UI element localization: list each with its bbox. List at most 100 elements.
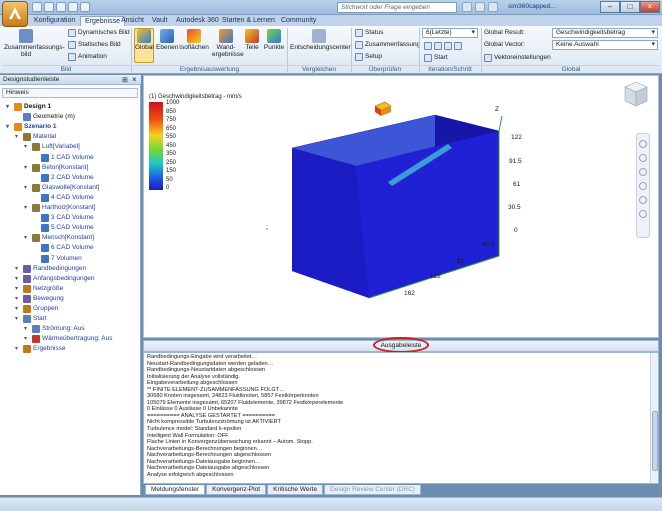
tree-item[interactable]: ▾ Bewegung — [15, 294, 64, 304]
tree-item[interactable]: 5 CAD Volume — [33, 223, 94, 233]
tree-item[interactable]: ▾ Glaswolle[Konstant] — [24, 183, 99, 193]
application-menu-button[interactable] — [2, 1, 28, 27]
summary-button[interactable]: Zusammenfassung — [355, 40, 420, 49]
iteration-select[interactable]: 6(Letzte) — [422, 28, 478, 38]
tree-item[interactable]: 3 CAD Volume — [33, 213, 94, 223]
user-account-label[interactable]: sim360capped... — [508, 3, 556, 10]
decision-center-button[interactable]: Entscheidungscenter — [290, 29, 351, 51]
scroll-thumb[interactable] — [652, 411, 658, 471]
planes-button[interactable]: Ebenen — [156, 29, 178, 51]
status-button[interactable]: Status — [355, 28, 383, 37]
start-button[interactable]: Start — [424, 53, 448, 62]
tab-critical-values[interactable]: Kritische Werte — [267, 485, 324, 495]
expand-toggle-icon[interactable]: ▾ — [15, 284, 21, 294]
wall-results-button[interactable]: Wand-ergebnisse — [212, 29, 244, 58]
tree-item[interactable]: 7 Volumen — [33, 254, 82, 264]
expand-toggle-icon[interactable]: ▾ — [24, 142, 30, 152]
expand-toggle-icon[interactable]: ▾ — [15, 264, 21, 274]
tree-item[interactable]: ▾ Anfangsbedingungen — [15, 274, 94, 284]
view-all-icon[interactable] — [639, 210, 647, 218]
expand-toggle-icon[interactable]: ▾ — [24, 183, 30, 193]
animation-button[interactable]: Animation — [68, 52, 107, 61]
tab-vault[interactable]: Vault — [148, 16, 171, 26]
expand-toggle-icon[interactable]: ▾ — [24, 233, 30, 243]
expand-toggle-icon[interactable]: ▾ — [15, 304, 21, 314]
expand-toggle-icon[interactable]: ▾ — [24, 203, 30, 213]
global-vector-select[interactable]: Keine Auswahl — [552, 40, 658, 50]
tree-item[interactable]: ▾ Mensch[Konstant] — [24, 233, 94, 243]
viewcube-icon[interactable] — [624, 81, 648, 107]
zoom-icon[interactable] — [639, 168, 647, 176]
search-icon[interactable] — [462, 2, 472, 12]
global-button[interactable]: Global — [134, 28, 154, 63]
first-step-icon[interactable] — [424, 41, 432, 50]
expand-toggle-icon[interactable]: ▾ — [6, 122, 12, 132]
tree-item[interactable]: ▾ Szenario 1 — [6, 122, 57, 132]
tab-message-window[interactable]: Meldungsfenster — [145, 485, 206, 495]
vector-settings-button[interactable]: Vektoreinstellungen — [484, 53, 551, 62]
tab-autodesk-360[interactable]: Autodesk 360 — [172, 16, 223, 26]
favorites-icon[interactable] — [488, 2, 498, 12]
look-icon[interactable] — [639, 196, 647, 204]
tab-konfiguration[interactable]: Konfiguration — [30, 16, 79, 26]
tree-item[interactable]: ▾ Randbedingungen — [15, 264, 86, 274]
tree-item[interactable]: ▾ Design 1 — [6, 102, 51, 112]
hint-bar[interactable]: Hinweis — [2, 88, 138, 98]
tab-ansicht[interactable]: Ansicht — [117, 16, 148, 26]
points-button[interactable]: Punkte — [263, 29, 285, 51]
tree-item[interactable]: ▾ Wärmeübertragung: Aus — [24, 334, 112, 344]
dynamic-image-button[interactable]: Dynamisches Bild — [68, 28, 130, 37]
tree-item[interactable]: 1 CAD Volume — [33, 153, 94, 163]
global-result-select[interactable]: Geschwindigkeitsbetrag — [552, 28, 658, 38]
tree-item[interactable]: Geometrie (m) — [15, 112, 75, 122]
previous-step-icon[interactable] — [434, 41, 442, 50]
search-input[interactable]: Stichwort oder Frage eingeben — [337, 2, 457, 13]
minimize-button[interactable]: – — [600, 1, 620, 13]
close-button[interactable]: × — [640, 1, 660, 13]
save-icon[interactable] — [56, 2, 66, 12]
tree-item[interactable]: 6 CAD Volume — [33, 243, 94, 253]
expand-toggle-icon[interactable]: ▾ — [24, 334, 30, 344]
parts-button[interactable]: Teile — [243, 29, 261, 51]
tree-item[interactable]: ▾ Material — [15, 132, 56, 142]
summary-image-button[interactable]: Zusammenfassungs-bild — [4, 29, 65, 58]
tree-item[interactable]: ▾ Ergebnisse — [15, 344, 66, 354]
tree-item[interactable]: 4 CAD Volume — [33, 193, 94, 203]
maximize-button[interactable]: □ — [620, 1, 640, 13]
next-step-icon[interactable] — [444, 41, 452, 50]
new-icon[interactable] — [32, 2, 42, 12]
expand-toggle-icon[interactable]: ▾ — [15, 344, 21, 354]
tree-item[interactable]: ▾ Luft[Variabel] — [24, 142, 80, 152]
last-step-icon[interactable] — [454, 41, 462, 50]
expand-toggle-icon[interactable]: ▾ — [15, 294, 21, 304]
expand-toggle-icon[interactable]: ▾ — [15, 314, 21, 324]
expand-toggle-icon[interactable]: ▾ — [24, 163, 30, 173]
tree-item[interactable]: 2 CAD Volume — [33, 173, 94, 183]
redo-icon[interactable] — [80, 2, 90, 12]
undo-icon[interactable] — [68, 2, 78, 12]
expand-toggle-icon[interactable]: ▾ — [15, 132, 21, 142]
output-bar-header[interactable]: Ausgabeleiste — [143, 337, 659, 353]
steering-wheel-icon[interactable] — [639, 140, 647, 148]
isosurfaces-button[interactable]: Isoflächen — [179, 29, 209, 51]
tab-convergence-plot[interactable]: Konvergenz-Plot — [206, 485, 267, 495]
expand-toggle-icon[interactable]: ▾ — [6, 102, 12, 112]
tab-community[interactable]: Community — [277, 16, 320, 26]
pan-icon[interactable] — [639, 154, 647, 162]
orbit-icon[interactable] — [639, 182, 647, 190]
tree-item[interactable]: ▾ Start — [15, 314, 47, 324]
tree-item[interactable]: ▾ Netzgröße — [15, 284, 63, 294]
open-icon[interactable] — [44, 2, 54, 12]
close-icon[interactable]: × — [132, 75, 137, 84]
pin-icon[interactable]: ⊞ — [122, 76, 128, 84]
static-image-button[interactable]: Statisches Bild — [68, 40, 121, 49]
expand-toggle-icon[interactable]: ▾ — [15, 274, 21, 284]
setup-button[interactable]: Setup — [355, 52, 382, 61]
tree-item[interactable]: ▾ Hartholz[Konstant] — [24, 203, 95, 213]
expand-toggle-icon[interactable]: ▾ — [24, 324, 30, 334]
model-viewport[interactable]: (1) Geschwindigkeitsbetrag - mm/s ; Z 12… — [143, 75, 659, 338]
tab-starten-lernen[interactable]: Starten & Lernen — [218, 16, 279, 26]
tree-item[interactable]: ▾ Beton[Konstant] — [24, 163, 88, 173]
tree-item[interactable]: ▾ Strömung: Aus — [24, 324, 85, 334]
tab-design-review-center[interactable]: Design Review Center (DRC) — [324, 485, 421, 495]
